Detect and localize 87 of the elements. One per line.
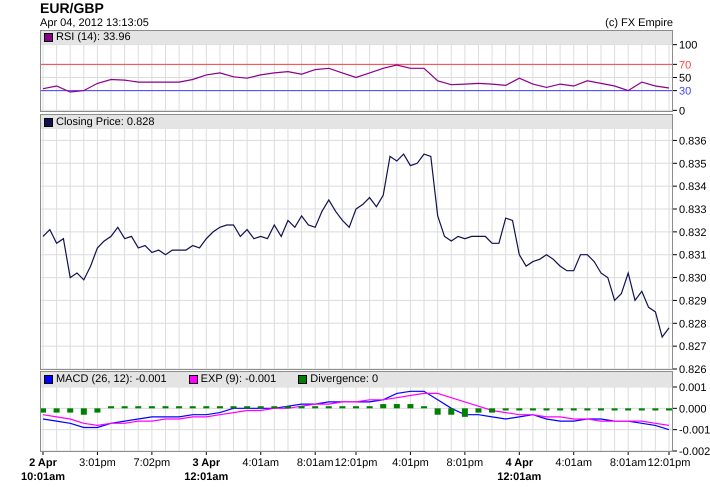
- divergence-bar: [353, 406, 359, 408]
- axis-label: 12:01pm: [334, 457, 378, 469]
- divergence-bar: [190, 406, 196, 408]
- divergence-bar: [67, 408, 74, 413]
- divergence-bar: [94, 408, 100, 413]
- axis-label: 30: [679, 86, 692, 98]
- legend-label: EXP (9): -0.001: [200, 374, 276, 385]
- axis-label: 2 Apr: [29, 457, 57, 469]
- axis-label: 12:01am: [184, 471, 228, 483]
- axis-label: 12:01pm: [648, 457, 690, 469]
- axis-label: 0.001: [679, 382, 707, 394]
- divergence-bar: [502, 408, 509, 410]
- divergence-bar: [570, 408, 577, 410]
- divergence-bar: [584, 408, 590, 410]
- axis-label: 0: [679, 105, 686, 118]
- divergence-bar: [394, 404, 400, 408]
- divergence-bar: [244, 406, 250, 408]
- divergence-bar: [326, 406, 332, 408]
- divergence-bar: [162, 406, 168, 408]
- axis-label: 0.828: [679, 318, 707, 330]
- axis-label: 0.831: [679, 250, 707, 262]
- divergence-bar: [407, 404, 414, 408]
- divergence-bar: [41, 408, 46, 413]
- divergence-bar: [271, 406, 278, 408]
- divergence-bar: [258, 406, 264, 408]
- axis-label: 100: [679, 40, 698, 52]
- divergence-bar: [122, 406, 128, 408]
- divergence-bar: [108, 406, 114, 408]
- divergence-bar: [625, 408, 632, 410]
- axis-label: 50: [679, 72, 692, 84]
- axis-label: 4 Apr: [505, 457, 534, 469]
- axis-label: 0.836: [679, 135, 707, 148]
- divergence-bar: [638, 408, 645, 410]
- divergence-bar: [135, 406, 142, 408]
- axis-label: 0.832: [679, 226, 707, 239]
- timestamp: Apr 04, 2012 13:13:05: [40, 18, 149, 29]
- divergence-bar: [176, 406, 182, 408]
- axis-label: -0.001: [679, 424, 710, 437]
- divergence-bar: [216, 406, 223, 408]
- divergence-bar: [666, 408, 672, 410]
- legend-label: Divergence: 0: [310, 374, 378, 385]
- divergence-bar: [312, 406, 318, 408]
- divergence-bar: [475, 408, 482, 413]
- axis-label: 0.827: [679, 341, 707, 354]
- divergence-bar: [148, 406, 155, 408]
- legend-label: Closing Price: 0.828: [56, 116, 154, 128]
- divergence-bar: [339, 406, 346, 408]
- axis-label: 7:02pm: [134, 457, 170, 469]
- axis-label: 0.830: [679, 272, 707, 285]
- axis-label: 8:01am: [610, 457, 647, 469]
- divergence-bar: [380, 404, 386, 408]
- axis-label: 0.826: [679, 364, 707, 376]
- divergence-bar: [421, 406, 428, 408]
- axis-label: 4:01am: [555, 457, 592, 469]
- axis-label: 0.835: [679, 158, 707, 170]
- divergence-bar: [544, 408, 550, 410]
- divergence-bar: [612, 408, 618, 410]
- divergence-bar: [516, 408, 522, 410]
- credit: (c) FX Empire: [605, 18, 673, 29]
- divergence-bar: [54, 408, 60, 413]
- axis-label: 0.829: [679, 295, 707, 308]
- axis-label: 0.834: [679, 181, 707, 194]
- divergence-bar: [598, 408, 604, 410]
- axis-label: 4:01pm: [392, 457, 429, 469]
- divergence-bar: [530, 408, 536, 410]
- axis-label: -0.002: [679, 446, 710, 458]
- axis-label: 3:01pm: [79, 457, 116, 469]
- axis-label: 70: [679, 59, 692, 72]
- chart-title: EUR/GBP: [40, 1, 105, 15]
- divergence-bar: [203, 406, 210, 408]
- axis-label: 0.833: [679, 204, 707, 216]
- axis-label: 4:01am: [242, 457, 280, 469]
- divergence-bar: [652, 408, 658, 410]
- axis-label: 8:01am: [296, 457, 334, 469]
- axis-label: 12:01am: [497, 471, 542, 483]
- divergence-bar: [298, 406, 305, 408]
- legend-label: RSI (14): 33.96: [56, 32, 131, 43]
- divergence-bar: [230, 406, 237, 408]
- divergence-bar: [489, 408, 496, 413]
- axis-label: 0.000: [679, 403, 707, 416]
- legend-label: MACD (26, 12): -0.001: [56, 374, 167, 385]
- divergence-bar: [284, 406, 291, 408]
- divergence-bar: [366, 406, 373, 408]
- divergence-bar: [557, 408, 564, 410]
- axis-label: 3 Apr: [192, 457, 220, 469]
- axis-label: 8:01pm: [446, 457, 484, 469]
- axis-label: 10:01am: [20, 471, 66, 483]
